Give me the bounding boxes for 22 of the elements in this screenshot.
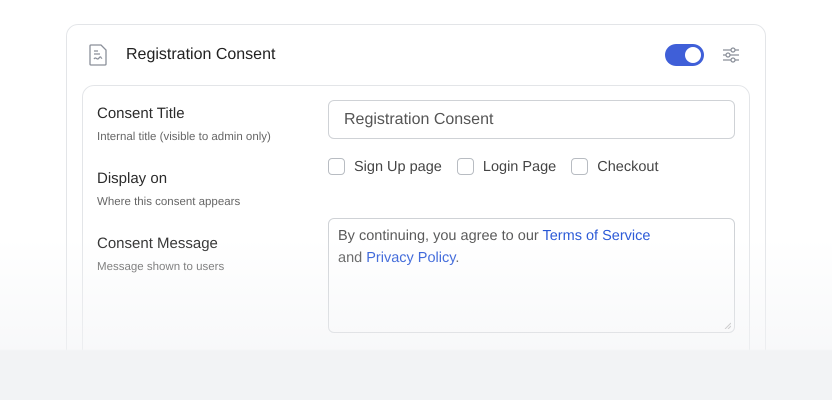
- resize-grip-icon[interactable]: [724, 322, 731, 329]
- document-icon: [89, 44, 107, 66]
- field-hint: Message shown to users: [97, 261, 226, 273]
- settings-icon[interactable]: [722, 47, 740, 63]
- field-label: Consent Title: [97, 105, 186, 122]
- message-textarea[interactable]: By continuing, you agree to our Terms of Service and Privacy Policy.: [328, 218, 735, 333]
- checkbox[interactable]: [571, 158, 588, 175]
- card-title: Registration Consent: [126, 46, 276, 64]
- field-label: Display on: [97, 170, 168, 187]
- message-text: By continuing, you agree to our Terms of Service and Privacy Policy.: [338, 227, 652, 268]
- checkbox[interactable]: [328, 158, 345, 175]
- toggle-switch[interactable]: [665, 44, 704, 66]
- checkbox-label: Sign Up page: [354, 158, 442, 174]
- field-hint: Where this consent appears: [97, 196, 242, 208]
- text-link[interactable]: Privacy Policy: [366, 250, 456, 266]
- checkbox-label: Login Page: [482, 158, 556, 174]
- checkbox-label: Checkout: [597, 158, 659, 174]
- checkbox[interactable]: [456, 158, 474, 175]
- title-input[interactable]: Registration Consent: [328, 100, 735, 139]
- text-link[interactable]: Terms of Service: [542, 228, 650, 244]
- field-label: Consent Message: [97, 235, 219, 252]
- field-hint: Internal title (visible to admin only): [97, 131, 272, 143]
